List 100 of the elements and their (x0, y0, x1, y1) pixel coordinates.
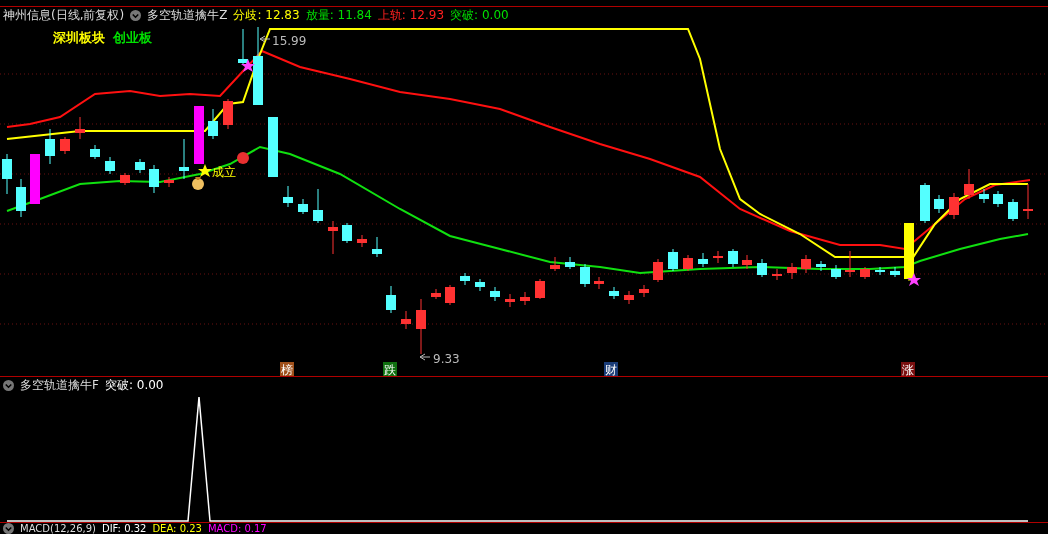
candlestick (964, 168, 974, 200)
candlestick (904, 222, 914, 282)
candlestick (594, 276, 604, 290)
chevron-icon[interactable] (130, 9, 142, 21)
indicator-name: 多空轨道擒牛Z (147, 7, 228, 23)
candlestick (550, 256, 560, 272)
candlestick (860, 266, 870, 280)
indicator-reading: 分歧: 12.83 (233, 7, 300, 23)
indicator-reading: 突破: 0.00 (104, 377, 164, 393)
event-marker[interactable]: 财 (604, 362, 618, 376)
candlestick (416, 298, 426, 355)
chevron-icon[interactable] (3, 523, 14, 534)
candlestick (357, 234, 367, 248)
candlestick (1023, 183, 1033, 220)
star-icon (907, 273, 921, 286)
indicator-reading: 上轨: 12.93 (377, 7, 445, 23)
candlestick (520, 291, 530, 306)
money-bag-icon (192, 177, 204, 190)
candlestick (386, 285, 396, 314)
candlestick (787, 262, 797, 280)
star-icon (198, 164, 212, 177)
sector-tag: 创业板 (113, 30, 152, 45)
stock-title: 神州信息(日线,前复权) (3, 7, 125, 23)
candlestick (816, 260, 826, 272)
candlestick (120, 172, 130, 186)
indicator-reading: DEA: 0.23 (152, 523, 202, 534)
candlestick (16, 178, 26, 218)
candlestick (683, 254, 693, 272)
candlestick (475, 278, 485, 292)
event-marker[interactable]: 跌 (383, 362, 397, 376)
candlestick (149, 164, 159, 194)
candlestick (298, 198, 308, 215)
candlestick (993, 190, 1003, 208)
candlestick (934, 194, 944, 214)
candlestick (742, 254, 752, 270)
candlestick (328, 220, 338, 255)
candlestick (490, 286, 500, 302)
candlestick (875, 266, 885, 276)
signal-label: 成立 (212, 165, 236, 179)
candlestick (30, 153, 40, 205)
candlestick (45, 128, 55, 165)
candlestick (565, 256, 575, 270)
indicator-reading: 放量: 11.84 (305, 7, 372, 23)
ball-icon (237, 152, 249, 164)
event-marker[interactable]: 榜 (280, 362, 294, 376)
candlestick (105, 156, 115, 175)
candlestick (401, 310, 411, 330)
candlestick (313, 188, 323, 224)
candlestick (75, 116, 85, 140)
indicator-reading: 突破: 0.00 (450, 7, 509, 23)
star-icon (241, 59, 255, 72)
candlestick (135, 158, 145, 174)
candlestick (283, 185, 293, 208)
arrow-icon (419, 353, 431, 361)
candlestick (268, 116, 278, 178)
candlestick (772, 268, 782, 281)
candlestick (431, 288, 441, 300)
candlestick (801, 254, 811, 274)
candlestick (208, 108, 218, 140)
candlestick (979, 188, 989, 204)
candlestick (164, 176, 174, 188)
candlestick (668, 248, 678, 272)
candlestick (580, 263, 590, 288)
indicator-name: MACD(12,26,9) (20, 523, 96, 534)
candlestick (757, 258, 767, 278)
candlestick (890, 266, 900, 278)
candlestick (445, 284, 455, 306)
candlestick (90, 144, 100, 160)
candlestick (460, 272, 470, 286)
candlestick (920, 182, 930, 224)
candlestick (624, 290, 634, 305)
candlestick (238, 28, 248, 66)
candlestick (653, 258, 663, 283)
candlestick (728, 248, 738, 268)
candlestick (194, 105, 204, 165)
candlestick (639, 284, 649, 298)
candlestick (831, 264, 841, 280)
candlestick (223, 98, 233, 130)
indicator-reading: DIF: 0.32 (101, 523, 147, 534)
sector-tag: 深圳板块 (53, 30, 105, 45)
candlestick (713, 250, 723, 264)
candlestick (698, 252, 708, 268)
indicator-name: 多空轨道擒牛F (20, 377, 99, 393)
candlestick (372, 236, 382, 258)
candlestick (342, 222, 352, 244)
candlestick (60, 136, 70, 155)
candlestick (505, 293, 515, 308)
arrow-icon (259, 35, 271, 43)
chevron-icon[interactable] (3, 379, 14, 391)
high-price-label: 15.99 (272, 34, 307, 48)
candlestick (1008, 198, 1018, 222)
candlestick (949, 192, 959, 220)
candlestick (609, 286, 619, 300)
candlestick (179, 138, 189, 180)
candlestick (2, 153, 12, 195)
candlestick (845, 250, 855, 278)
candlestick (535, 278, 545, 300)
event-marker[interactable]: 涨 (901, 362, 915, 376)
low-price-label: 9.33 (433, 352, 460, 366)
indicator-reading: MACD: 0.17 (207, 523, 267, 534)
